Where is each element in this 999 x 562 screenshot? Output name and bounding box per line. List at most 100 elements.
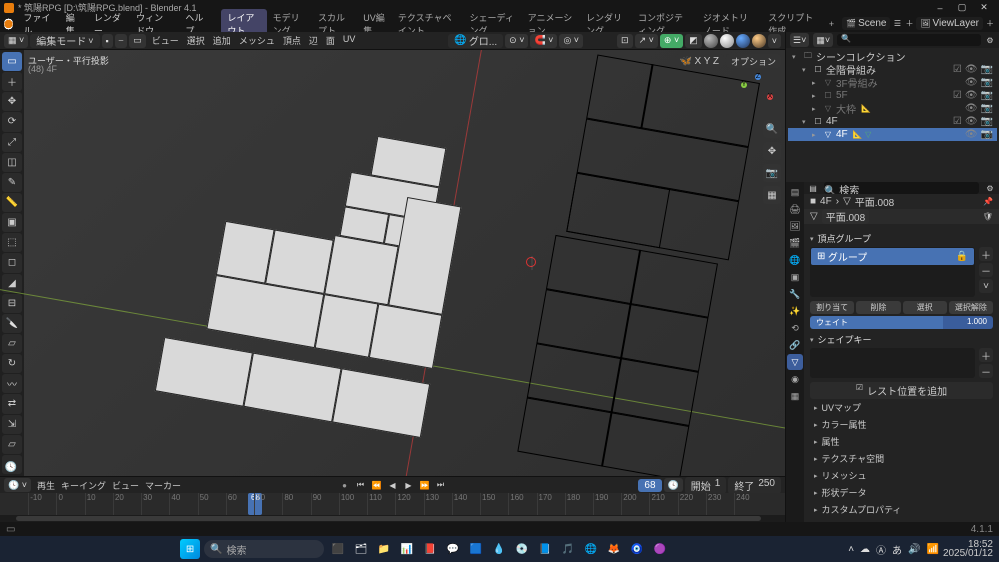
tool-cursor[interactable]: ＋ bbox=[2, 72, 22, 91]
viewport-clock-icon[interactable]: 🕓 bbox=[4, 460, 18, 474]
taskbar-app-icon[interactable]: 💧 bbox=[489, 539, 509, 559]
disclosure-icon[interactable]: ▸ bbox=[812, 105, 820, 113]
taskbar-app-icon[interactable]: 📕 bbox=[420, 539, 440, 559]
props-panel-collapsed[interactable]: 属性 bbox=[810, 433, 993, 450]
shading-rendered[interactable] bbox=[752, 34, 766, 48]
tray-icon[interactable]: 🔊 bbox=[908, 544, 920, 555]
tab-objectdata[interactable]: ▽ bbox=[787, 354, 803, 370]
outliner-row[interactable]: ▸▽3F骨組み👁📷 bbox=[788, 76, 997, 89]
tab-scene[interactable]: 🎬 bbox=[787, 235, 803, 251]
outliner-restrict-icon[interactable]: 👁 bbox=[965, 90, 978, 101]
vertex-group-item[interactable]: ⊞ グループ🔒 bbox=[811, 248, 974, 265]
window-maximize[interactable]: ▢ bbox=[951, 1, 973, 15]
scene-new-icon[interactable]: ＋ bbox=[904, 19, 914, 29]
outliner-restrict-icon[interactable]: 👁 bbox=[965, 129, 978, 140]
shading-solid[interactable] bbox=[720, 34, 734, 48]
props-panel-collapsed[interactable]: 形状データ bbox=[810, 484, 993, 501]
outliner-row[interactable]: ▾🗀シーンコレクション bbox=[788, 50, 997, 63]
tool-annotate[interactable]: ✎ bbox=[2, 173, 22, 192]
tab-object[interactable]: ▣ bbox=[787, 269, 803, 285]
outliner-row[interactable]: ▾☐全階骨組み☑👁📷 bbox=[788, 63, 997, 76]
tool-scale[interactable]: ⤢ bbox=[2, 133, 22, 152]
props-panel-collapsed[interactable]: カスタムプロパティ bbox=[810, 501, 993, 518]
outliner-display-mode[interactable]: ▦˅ bbox=[813, 33, 833, 47]
viewport-menu-item[interactable]: 面 bbox=[326, 34, 335, 47]
shading-dropdown[interactable]: ˅ bbox=[768, 34, 781, 48]
mirror-axes[interactable]: 🦋 X Y Z bbox=[675, 54, 724, 68]
transport-button[interactable]: ⏮ bbox=[354, 479, 368, 491]
viewport-menu-item[interactable]: 頂点 bbox=[283, 34, 301, 47]
timeline-menu-item[interactable]: 再生 bbox=[37, 481, 55, 491]
tray-icon[interactable]: ˄ bbox=[848, 544, 854, 555]
overlay-toggle[interactable]: ⊕ ˅ bbox=[660, 34, 683, 48]
props-panel-collapsed[interactable]: UVマップ bbox=[810, 399, 993, 416]
vgroup-deselect-button[interactable]: 選択解除 bbox=[949, 301, 993, 314]
taskbar-app-icon[interactable]: 💬 bbox=[443, 539, 463, 559]
taskbar-app-icon[interactable]: 📊 bbox=[397, 539, 417, 559]
outliner-row[interactable]: ▸▽大枠 📐👁📷 bbox=[788, 102, 997, 115]
taskbar-app-icon[interactable]: 📁 bbox=[374, 539, 394, 559]
tool-loopcut[interactable]: ⊟ bbox=[2, 294, 22, 313]
tool-inset[interactable]: ◻ bbox=[2, 253, 22, 272]
tab-render[interactable]: ▤ bbox=[787, 184, 803, 200]
select-mode-face[interactable]: ▭ bbox=[129, 34, 146, 48]
axis-z-icon[interactable]: Z bbox=[755, 74, 761, 80]
tab-particles[interactable]: ✨ bbox=[787, 303, 803, 319]
mesh-name-field[interactable]: ▽平面.008 🛡 bbox=[804, 209, 999, 224]
vgroup-remove-button[interactable]: 削除 bbox=[856, 301, 900, 314]
viewlayer-new-icon[interactable]: ＋ bbox=[985, 19, 995, 29]
disclosure-icon[interactable]: ▸ bbox=[812, 131, 820, 139]
tab-physics[interactable]: ⟲ bbox=[787, 320, 803, 336]
add-rest-pos-button[interactable]: ☑ レスト位置を追加 bbox=[810, 382, 993, 399]
mode-dropdown[interactable]: 編集モード ˅ bbox=[30, 34, 99, 48]
tab-constraints[interactable]: 🔗 bbox=[787, 337, 803, 353]
transform-orient-dropdown[interactable]: 🌐グロ... bbox=[448, 34, 503, 48]
props-search[interactable]: 🔍 検索 bbox=[824, 182, 979, 194]
taskbar-app-icon[interactable]: 🎵 bbox=[558, 539, 578, 559]
tool-polybuild[interactable]: ▱ bbox=[2, 334, 22, 353]
viewport-menu-item[interactable]: 選択 bbox=[187, 34, 205, 47]
taskbar-app-icon[interactable]: 💿 bbox=[512, 539, 532, 559]
preview-range-toggle[interactable]: 🕓 bbox=[664, 478, 683, 492]
end-frame-field[interactable]: 終了250 bbox=[728, 477, 781, 494]
disclosure-icon[interactable]: ▾ bbox=[802, 118, 810, 126]
tray-icon[interactable]: Ⓐ bbox=[876, 542, 886, 557]
disclosure-icon[interactable]: ▾ bbox=[792, 53, 800, 61]
weight-value-field[interactable]: 1.000 bbox=[943, 316, 993, 329]
viewport-menu-item[interactable]: 辺 bbox=[309, 34, 318, 47]
transport-button[interactable]: ⏪ bbox=[370, 479, 384, 491]
outliner-row[interactable]: ▾☐4F☑👁📷 bbox=[788, 115, 997, 128]
props-panel-collapsed[interactable]: カラー属性 bbox=[810, 416, 993, 433]
taskbar-clock[interactable]: 18:522025/01/12 bbox=[943, 540, 993, 558]
shapekeys-list[interactable] bbox=[810, 348, 975, 378]
vgroup-add-icon[interactable]: ＋ bbox=[979, 247, 993, 261]
props-panel-collapsed[interactable]: テクスチャ空間 bbox=[810, 450, 993, 467]
mesh-display-toggle[interactable]: ⊡ bbox=[617, 34, 633, 48]
shading-wireframe[interactable] bbox=[704, 34, 718, 48]
tab-material[interactable]: ◉ bbox=[787, 371, 803, 387]
fake-user-icon[interactable]: 🛡 bbox=[983, 212, 993, 222]
start-frame-field[interactable]: 開始1 bbox=[685, 477, 727, 494]
blender-logo-icon[interactable] bbox=[4, 18, 13, 30]
tab-modifiers[interactable]: 🔧 bbox=[787, 286, 803, 302]
transport-button[interactable]: ◀ bbox=[386, 479, 400, 491]
snap-toggle[interactable]: 🧲 ˅ bbox=[530, 34, 557, 48]
shapekey-remove-icon[interactable]: － bbox=[979, 364, 993, 378]
tool-transform[interactable]: ◫ bbox=[2, 153, 22, 172]
taskbar-search[interactable]: 🔍検索 bbox=[204, 540, 324, 558]
taskbar-app-icon[interactable]: 🦊 bbox=[604, 539, 624, 559]
viewport-menu-item[interactable]: 追加 bbox=[213, 34, 231, 47]
outliner-restrict-icon[interactable]: ☑ bbox=[953, 64, 962, 75]
xray-toggle[interactable]: ◩ bbox=[685, 34, 702, 48]
outliner-row[interactable]: ▸☐5F☑👁📷 bbox=[788, 89, 997, 102]
outliner-restrict-icon[interactable]: 📷 bbox=[981, 103, 993, 114]
timeline-ruler[interactable]: 68 -100102030405060708090100110120130140… bbox=[0, 493, 785, 515]
pin-icon[interactable]: 📌 bbox=[983, 197, 993, 207]
timeline-menu-item[interactable]: キーイング bbox=[61, 481, 106, 491]
outliner-restrict-icon[interactable]: 📷 bbox=[981, 129, 993, 140]
taskbar-app-icon[interactable]: ⬛ bbox=[328, 539, 348, 559]
proportional-edit[interactable]: ◎ ˅ bbox=[559, 34, 583, 48]
vgroup-select-button[interactable]: 選択 bbox=[903, 301, 947, 314]
tool-shear[interactable]: ▱ bbox=[2, 435, 22, 454]
outliner-editor-type[interactable]: ☰˅ bbox=[790, 33, 809, 47]
